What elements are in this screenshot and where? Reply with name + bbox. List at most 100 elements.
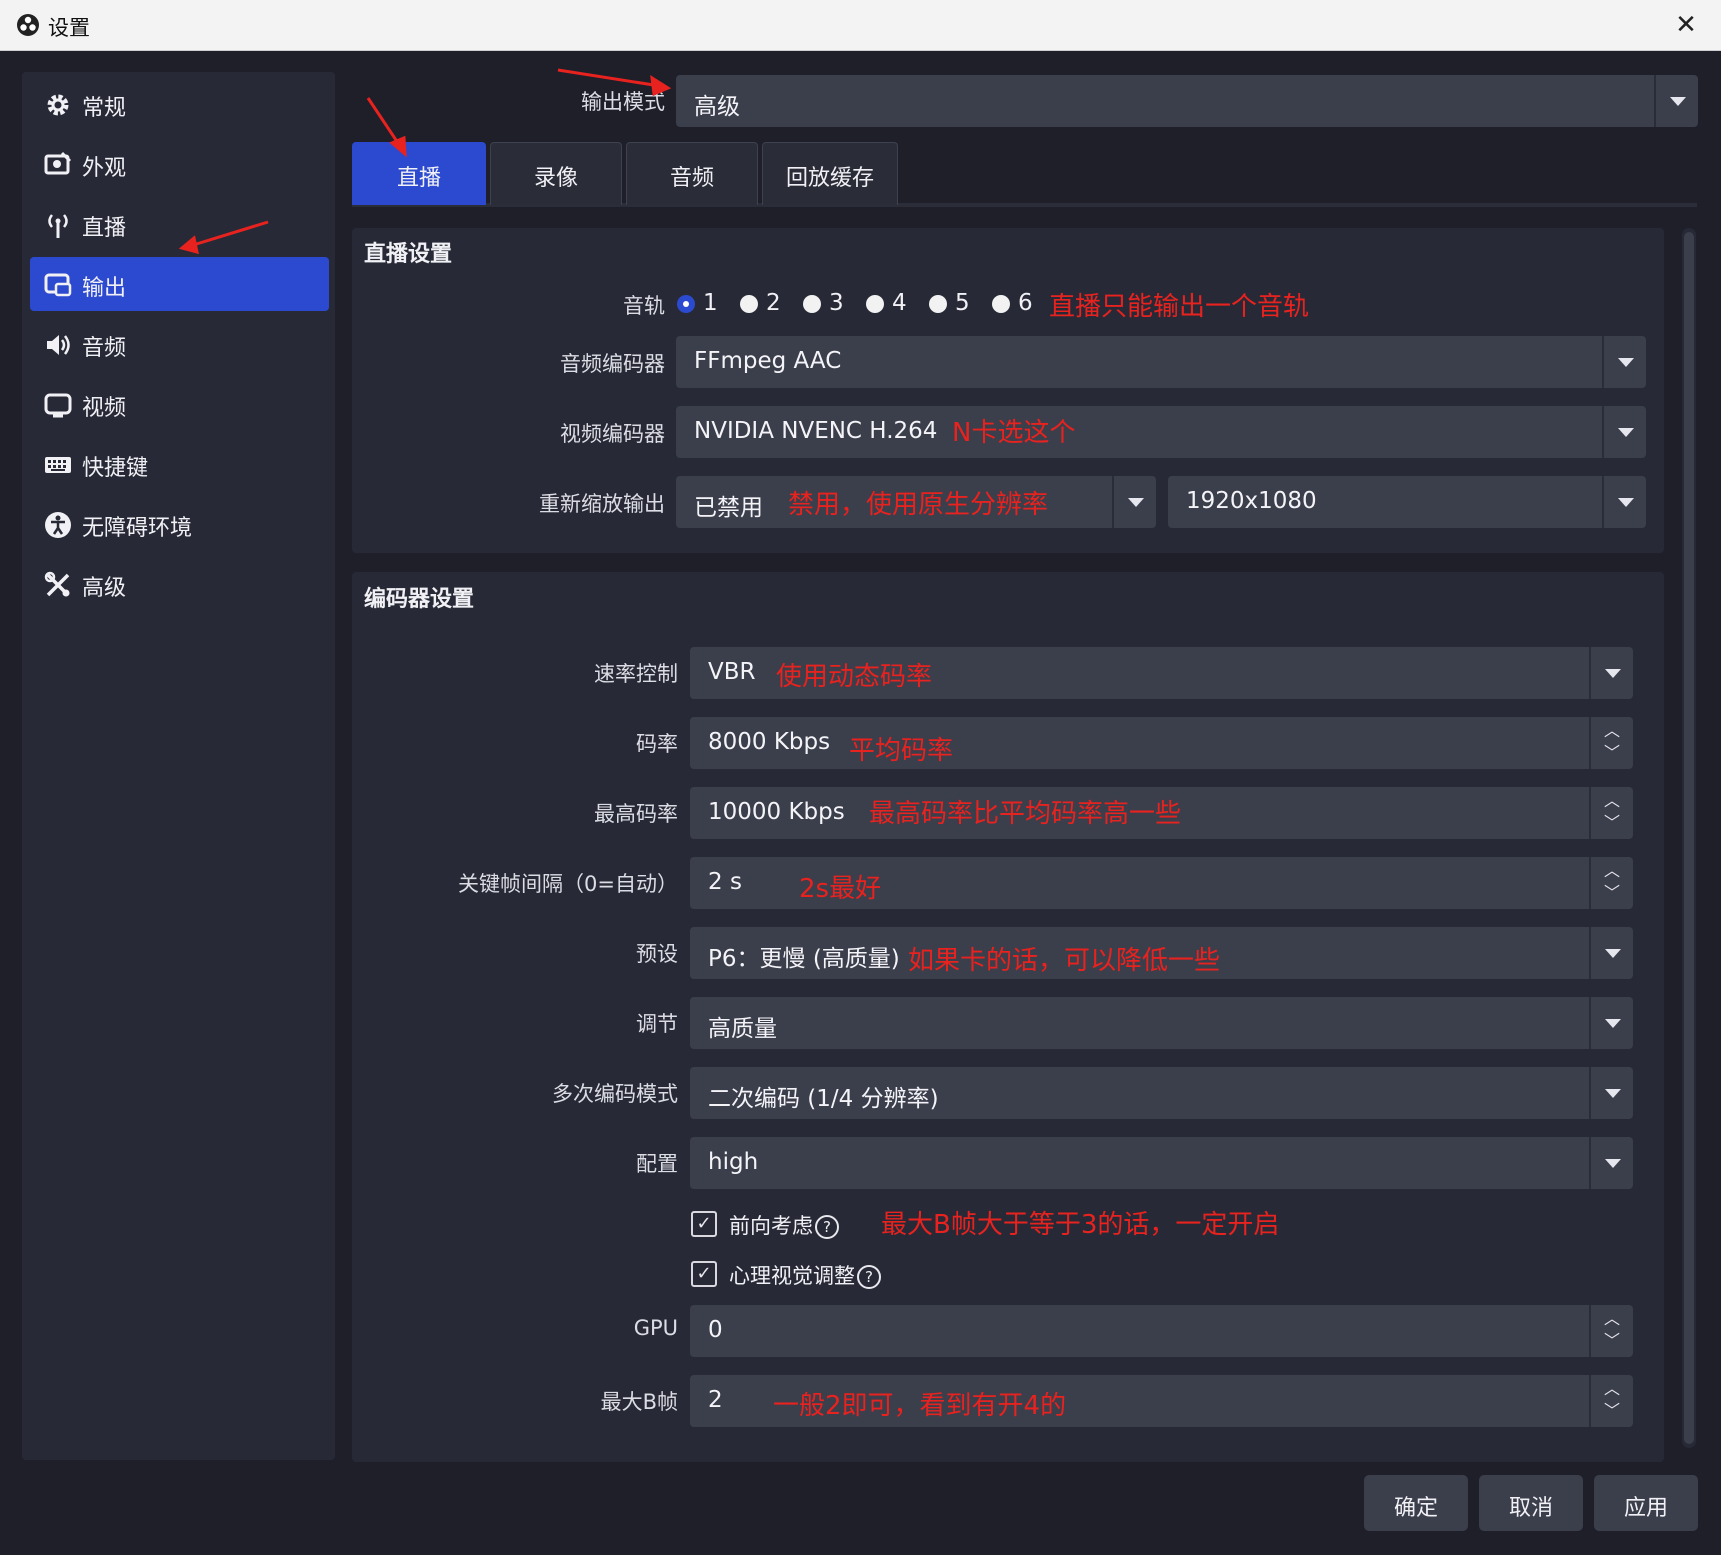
spin-buttons[interactable]: ︿ ﹀: [1589, 787, 1633, 839]
radio-label: 5: [955, 290, 970, 316]
dropdown-button[interactable]: [1589, 997, 1633, 1049]
ok-button[interactable]: 确定: [1364, 1475, 1468, 1531]
annotation-bitrate: 平均码率: [849, 736, 954, 766]
accessibility-icon: [45, 512, 71, 538]
annotation-keyframe: 2s最好: [799, 874, 882, 904]
tuning-select[interactable]: 高质量: [690, 997, 1633, 1049]
max-bitrate-value: 10000 Kbps: [708, 799, 845, 825]
apply-label: 应用: [1623, 1496, 1668, 1521]
speaker-icon: [47, 335, 70, 355]
max-bframes-value: 2: [708, 1387, 723, 1413]
spin-buttons[interactable]: ︿ ﹀: [1589, 1375, 1633, 1427]
dropdown-button[interactable]: [1589, 927, 1633, 979]
tab-stream[interactable]: 直播: [352, 142, 486, 205]
annotation-preset: 如果卡的话，可以降低一些: [908, 946, 1221, 976]
sidebar-item-hotkeys[interactable]: 快捷键: [30, 437, 329, 491]
annotation-max-bframes: 一般2即可，看到有开4的: [773, 1391, 1067, 1421]
dropdown-button[interactable]: [1602, 406, 1646, 458]
chevron-down-icon: [1128, 498, 1144, 507]
apply-button[interactable]: 应用: [1594, 1475, 1698, 1531]
dropdown-button[interactable]: [1589, 1137, 1633, 1189]
tools-icon: [44, 571, 70, 597]
dropdown-button[interactable]: [1112, 476, 1156, 528]
chevron-down-icon[interactable]: ﹀: [1604, 1403, 1620, 1419]
preset-value: P6：更慢 (高质量): [708, 946, 900, 972]
chevron-down-icon: [1605, 1159, 1621, 1168]
checkbox-checked[interactable]: ✓: [691, 1261, 717, 1287]
sidebar-item-appearance[interactable]: 外观: [30, 137, 329, 191]
help-icon[interactable]: ?: [857, 1265, 881, 1289]
dropdown-button[interactable]: [1602, 336, 1646, 388]
audio-encoder-value: FFmpeg AAC: [694, 348, 842, 374]
chevron-down-icon[interactable]: ﹀: [1604, 745, 1620, 761]
sidebar-item-label: 常规: [82, 96, 127, 121]
dropdown-button[interactable]: [1589, 1067, 1633, 1119]
ok-label: 确定: [1393, 1496, 1438, 1521]
tab-label: 直播: [396, 166, 441, 191]
sidebar-item-video[interactable]: 视频: [30, 377, 329, 431]
chevron-down-icon[interactable]: ﹀: [1604, 885, 1620, 901]
dropdown-button[interactable]: [1654, 75, 1698, 127]
scrollbar-thumb[interactable]: [1684, 232, 1694, 1444]
video-encoder-value: NVIDIA NVENC H.264: [694, 418, 938, 444]
chevron-up-icon[interactable]: ︿: [1604, 863, 1620, 879]
tab-audio[interactable]: 音频: [626, 142, 758, 205]
radio-unselected: [992, 295, 1010, 313]
bitrate-spinbox[interactable]: 8000 Kbps ︿ ﹀: [690, 717, 1633, 769]
output-mode-select[interactable]: 高级: [676, 75, 1698, 127]
close-icon[interactable]: ✕: [1669, 8, 1703, 42]
help-icon[interactable]: ?: [815, 1215, 839, 1239]
multipass-select[interactable]: 二次编码 (1/4 分辨率): [690, 1067, 1633, 1119]
bitrate-value: 8000 Kbps: [708, 729, 831, 755]
sidebar-item-label: 快捷键: [82, 456, 149, 481]
sidebar-item-stream[interactable]: 直播: [30, 197, 329, 251]
sidebar-item-advanced[interactable]: 高级: [30, 557, 329, 611]
spin-buttons[interactable]: ︿ ﹀: [1589, 857, 1633, 909]
spin-buttons[interactable]: ︿ ﹀: [1589, 1305, 1633, 1357]
radio-unselected: [803, 295, 821, 313]
audio-encoder-label: 音频编码器: [560, 352, 665, 376]
audio-encoder-select[interactable]: FFmpeg AAC: [676, 336, 1646, 388]
radio-label: 3: [829, 290, 844, 316]
gpu-label: GPU: [633, 1316, 678, 1340]
radio-label: 1: [703, 290, 718, 316]
cancel-button[interactable]: 取消: [1479, 1475, 1583, 1531]
sidebar-item-audio[interactable]: 音频: [30, 317, 329, 371]
spin-buttons[interactable]: ︿ ﹀: [1589, 717, 1633, 769]
profile-label: 配置: [636, 1152, 678, 1176]
video-encoder-select[interactable]: NVIDIA NVENC H.264: [676, 406, 1646, 458]
chevron-down-icon[interactable]: ﹀: [1604, 1333, 1620, 1349]
resolution-select[interactable]: 1920x1080: [1168, 476, 1646, 528]
chevron-up-icon[interactable]: ︿: [1604, 1311, 1620, 1327]
preset-label: 预设: [636, 942, 678, 966]
dropdown-button[interactable]: [1589, 647, 1633, 699]
tab-label: 回放缓存: [785, 166, 874, 191]
sidebar-item-accessibility[interactable]: 无障碍环境: [30, 497, 329, 551]
tuning-label: 调节: [636, 1012, 678, 1036]
sidebar-item-output[interactable]: 输出: [30, 257, 329, 311]
multipass-value: 二次编码 (1/4 分辨率): [708, 1086, 939, 1112]
tuning-value: 高质量: [708, 1016, 777, 1042]
encoder-settings-title: 编码器设置: [364, 587, 475, 612]
annotation-video-encoder: N卡选这个: [952, 418, 1076, 448]
radio-selected: [677, 295, 695, 313]
chevron-up-icon[interactable]: ︿: [1604, 1381, 1620, 1397]
profile-select[interactable]: high: [690, 1137, 1633, 1189]
tab-label: 录像: [533, 166, 578, 191]
psycho-visual-label: 心理视觉调整?: [729, 1260, 881, 1290]
radio-label: 4: [892, 290, 907, 316]
chevron-down-icon[interactable]: ﹀: [1604, 815, 1620, 831]
tab-recording[interactable]: 录像: [490, 142, 622, 205]
radio-unselected: [866, 295, 884, 313]
checkbox-checked[interactable]: ✓: [691, 1211, 717, 1237]
sidebar-item-general[interactable]: 常规: [30, 77, 329, 131]
dropdown-button[interactable]: [1602, 476, 1646, 528]
chevron-down-icon: [1605, 1019, 1621, 1028]
annotation-audio-track: 直播只能输出一个音轨: [1049, 292, 1310, 322]
gpu-spinbox[interactable]: 0 ︿ ﹀: [690, 1305, 1633, 1357]
chevron-up-icon[interactable]: ︿: [1604, 793, 1620, 809]
appearance-icon: [44, 151, 72, 175]
tab-replay-buffer[interactable]: 回放缓存: [762, 142, 898, 205]
chevron-up-icon[interactable]: ︿: [1604, 723, 1620, 739]
rate-control-label: 速率控制: [594, 662, 678, 686]
